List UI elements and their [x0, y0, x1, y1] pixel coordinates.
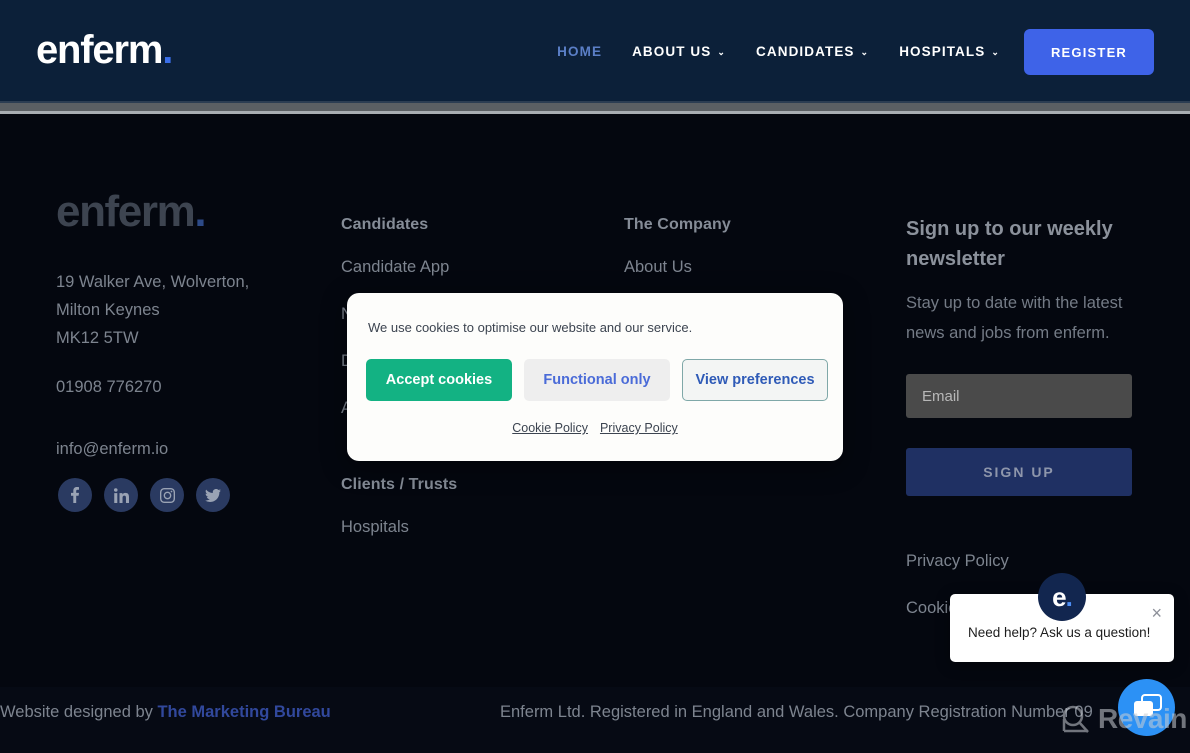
chat-prompt-message: Need help? Ask us a question! [968, 625, 1151, 640]
header-logo-text: enferm [36, 28, 163, 72]
avatar-dot: . [1065, 581, 1073, 612]
footer-link-hospitals[interactable]: Hospitals [341, 518, 457, 537]
footer-column-company: The Company About Us [624, 216, 731, 305]
revain-logo-icon [1062, 705, 1089, 733]
social-links [58, 478, 230, 512]
footer-column-candidates-title: Candidates [341, 216, 429, 233]
newsletter-description: Stay up to date with the latest news and… [906, 294, 1123, 342]
nav-item-candidates[interactable]: CANDIDATES ⌄ [756, 44, 869, 59]
newsletter-signup: Sign up to our weekly newsletter Stay up… [906, 214, 1132, 496]
cookie-policy-link[interactable]: Cookie Policy [512, 421, 588, 435]
footer-column-clients-title: Clients / Trusts [341, 476, 458, 493]
register-button[interactable]: REGISTER [1024, 29, 1154, 75]
close-icon[interactable]: × [1151, 603, 1162, 624]
newsletter-email-input[interactable] [906, 374, 1132, 418]
footer-email[interactable]: info@enferm.io [56, 440, 168, 459]
footer-logo[interactable]: enferm. [56, 187, 207, 236]
view-preferences-button[interactable]: View preferences [682, 359, 828, 401]
revain-watermark-text: Revain [1098, 703, 1187, 734]
footer-logo-text: enferm [56, 187, 196, 236]
footer-link-privacy-policy[interactable]: Privacy Policy [906, 552, 1009, 571]
newsletter-title: Sign up to our weekly newsletter [906, 218, 1113, 270]
chevron-down-icon: ⌄ [717, 47, 727, 57]
main-navigation: HOME ABOUT US ⌄ CANDIDATES ⌄ HOSPITALS ⌄ [557, 0, 1000, 103]
footer-column-company-title: The Company [624, 216, 731, 233]
cookie-consent-dialog: We use cookies to optimise our website a… [347, 293, 843, 461]
designed-by-prefix: Website designed by [0, 703, 158, 721]
footer-address: 19 Walker Ave, Wolverton, Milton Keynes … [56, 273, 250, 347]
cookie-message: We use cookies to optimise our website a… [368, 320, 693, 335]
cookie-button-group: Accept cookies Functional only View pref… [366, 359, 828, 401]
accept-cookies-button[interactable]: Accept cookies [366, 359, 512, 401]
privacy-policy-link[interactable]: Privacy Policy [600, 421, 678, 435]
instagram-icon[interactable] [150, 478, 184, 512]
footer-logo-dot: . [194, 187, 206, 236]
nav-item-candidates-label: CANDIDATES [756, 44, 855, 59]
nav-item-about-us[interactable]: ABOUT US ⌄ [632, 44, 726, 59]
footer-bottom-bar: Website designed by The Marketing Bureau… [0, 687, 1190, 753]
functional-only-button[interactable]: Functional only [524, 359, 670, 401]
chevron-down-icon: ⌄ [991, 47, 1000, 57]
nav-item-hospitals-label: HOSPITALS [899, 44, 986, 59]
footer-column-clients: Clients / Trusts Hospitals [341, 476, 457, 565]
site-header: enferm. HOME ABOUT US ⌄ CANDIDATES ⌄ HOS… [0, 0, 1190, 103]
page-root: enferm. HOME ABOUT US ⌄ CANDIDATES ⌄ HOS… [0, 0, 1190, 753]
cookie-policy-links: Cookie Policy Privacy Policy [347, 421, 843, 435]
footer-link-about-us[interactable]: About Us [624, 258, 731, 277]
nav-item-hospitals[interactable]: HOSPITALS ⌄ [899, 44, 1000, 59]
linkedin-icon[interactable] [104, 478, 138, 512]
avatar: e. [1038, 573, 1086, 621]
revain-watermark: Revain [1058, 702, 1187, 736]
nav-item-home-label: HOME [557, 44, 603, 59]
footer-phone[interactable]: 01908 776270 [56, 378, 162, 397]
designed-by-credit: Website designed by The Marketing Bureau [0, 703, 331, 722]
chevron-down-icon: ⌄ [860, 47, 870, 57]
header-logo[interactable]: enferm. [36, 28, 173, 72]
twitter-icon[interactable] [196, 478, 230, 512]
company-registration-text: Enferm Ltd. Registered in England and Wa… [500, 703, 1093, 721]
newsletter-signup-button[interactable]: SIGN UP [906, 448, 1132, 496]
facebook-icon[interactable] [58, 478, 92, 512]
footer-link-candidate-app[interactable]: Candidate App [341, 258, 449, 277]
nav-item-home[interactable]: HOME [557, 44, 602, 59]
nav-item-about-us-label: ABOUT US [632, 44, 712, 59]
designer-link[interactable]: The Marketing Bureau [157, 703, 330, 721]
horizontal-scrollbar[interactable] [0, 103, 1190, 111]
header-logo-dot: . [162, 28, 173, 72]
avatar-letter: e [1052, 581, 1067, 612]
